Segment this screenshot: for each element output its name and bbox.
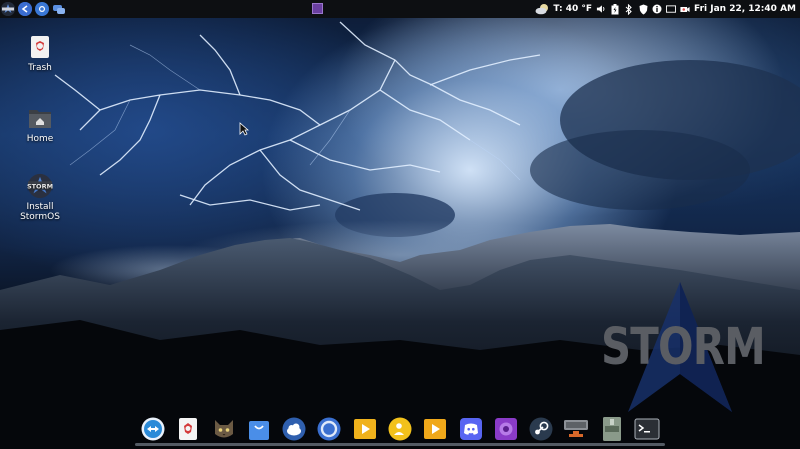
desktop-icon-label: Trash xyxy=(28,63,52,73)
dock-item-purple-app[interactable] xyxy=(493,416,519,442)
weather-text[interactable]: T: 40 °F xyxy=(553,4,592,14)
workspace-square-icon[interactable] xyxy=(312,3,323,14)
trash-icon xyxy=(31,36,49,58)
dock-item-user-app[interactable] xyxy=(387,416,413,442)
chat-bubbles-icon xyxy=(53,5,65,14)
discord-icon xyxy=(459,418,482,440)
storm-badge-text: STORM xyxy=(27,182,53,190)
desktop-icon-label-line2: StormOS xyxy=(20,212,60,222)
user-app-icon xyxy=(388,417,412,441)
cloud-app-icon xyxy=(282,417,306,441)
dock-item-teamviewer[interactable] xyxy=(140,416,166,442)
dock-item-cat-app[interactable] xyxy=(211,416,237,442)
display-icon[interactable] xyxy=(666,4,677,14)
cat-app-icon xyxy=(214,420,233,438)
battery-icon[interactable] xyxy=(610,3,620,14)
storm-watermark-text: STORM xyxy=(601,318,766,377)
dock-item-cloud-app[interactable] xyxy=(281,416,307,442)
dock-item-media-player[interactable] xyxy=(352,416,378,442)
desktop-icon-label-line1: Install xyxy=(26,202,54,212)
desktop-icon-install-stormos[interactable]: STORM Install StormOS xyxy=(4,172,76,222)
dock-item-ring-app[interactable] xyxy=(316,416,342,442)
dock-item-terminal[interactable] xyxy=(634,416,660,442)
storm-menu-icon xyxy=(1,2,15,16)
dock-item-discord[interactable] xyxy=(458,416,484,442)
desktop-icon-home[interactable]: Home xyxy=(4,104,76,144)
mouse-pointer-icon xyxy=(239,122,249,136)
dock-item-network-manager[interactable] xyxy=(563,416,589,442)
dock-item-store[interactable] xyxy=(246,416,272,442)
desktop-icon-trash[interactable]: Trash xyxy=(4,33,76,73)
browser-launcher[interactable] xyxy=(35,2,49,16)
browser-icon xyxy=(35,2,49,16)
teamviewer-icon xyxy=(141,417,165,441)
media-player-icon xyxy=(353,419,376,439)
media-player-alt-icon xyxy=(424,419,447,439)
clock-text[interactable]: Fri Jan 22, 12:40 AM xyxy=(694,4,796,14)
desktop-icon-label: Home xyxy=(26,134,54,144)
dock-item-media-player-alt[interactable] xyxy=(422,416,448,442)
camera-icon[interactable] xyxy=(680,4,690,14)
shield-icon[interactable] xyxy=(638,4,648,14)
storm-install-icon: STORM xyxy=(27,173,53,199)
chat-launcher[interactable] xyxy=(52,2,66,16)
back-arrow-icon xyxy=(18,2,32,16)
desktop-wallpaper[interactable]: STORM Trash Home STORM Install StormOS xyxy=(0,0,800,449)
terminal-icon xyxy=(634,418,660,440)
store-bag-icon xyxy=(248,421,269,440)
trash-icon xyxy=(179,418,198,440)
ring-app-icon xyxy=(317,417,341,441)
top-panel: T: 40 °F Fri Jan 22, 12:40 AM xyxy=(0,0,800,18)
storm-menu-button[interactable] xyxy=(1,2,15,16)
bluetooth-icon[interactable] xyxy=(624,3,634,15)
network-manager-icon xyxy=(564,420,589,437)
dock-item-archive[interactable] xyxy=(599,416,625,442)
archive-icon xyxy=(602,417,621,441)
dock-item-trash[interactable] xyxy=(175,416,201,442)
system-tray: T: 40 °F Fri Jan 22, 12:40 AM xyxy=(535,0,796,18)
purple-app-icon xyxy=(494,418,517,440)
volume-icon[interactable] xyxy=(596,4,606,14)
dock xyxy=(136,412,664,446)
home-folder-icon xyxy=(29,110,51,128)
cloudy-moon-icon[interactable] xyxy=(535,3,549,15)
dock-item-steam[interactable] xyxy=(528,416,554,442)
steam-icon xyxy=(529,417,553,441)
info-icon[interactable] xyxy=(652,4,662,14)
back-launcher[interactable] xyxy=(18,2,32,16)
